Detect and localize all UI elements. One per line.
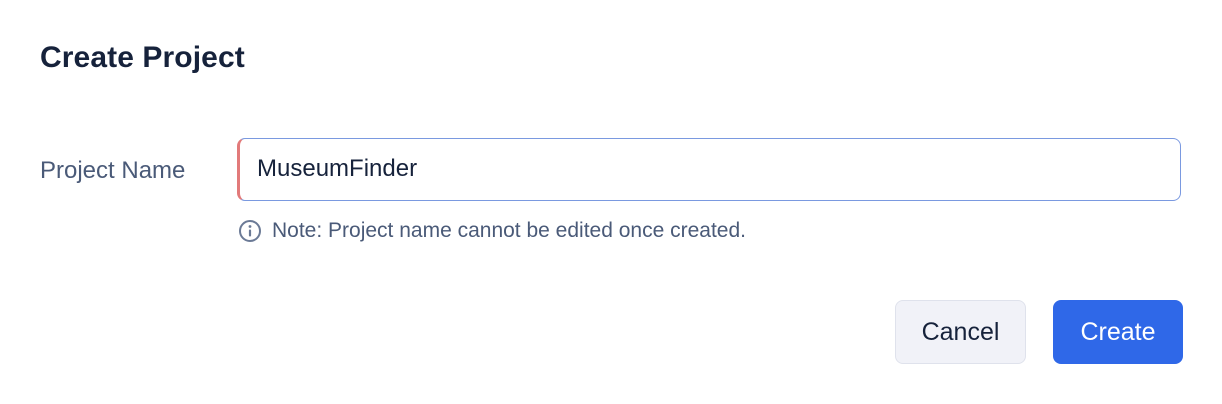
create-project-dialog: Create Project Project Name Note: Projec… xyxy=(0,0,1222,404)
info-icon xyxy=(238,219,262,243)
dialog-title: Create Project xyxy=(40,41,245,74)
project-name-input[interactable] xyxy=(257,139,1157,199)
cancel-button[interactable]: Cancel xyxy=(895,300,1026,364)
note-text: Note: Project name cannot be edited once… xyxy=(272,219,746,242)
create-button[interactable]: Create xyxy=(1053,300,1183,364)
project-name-note: Note: Project name cannot be edited once… xyxy=(238,218,746,244)
project-name-label: Project Name xyxy=(40,157,186,184)
project-name-field-wrapper xyxy=(237,138,1181,201)
